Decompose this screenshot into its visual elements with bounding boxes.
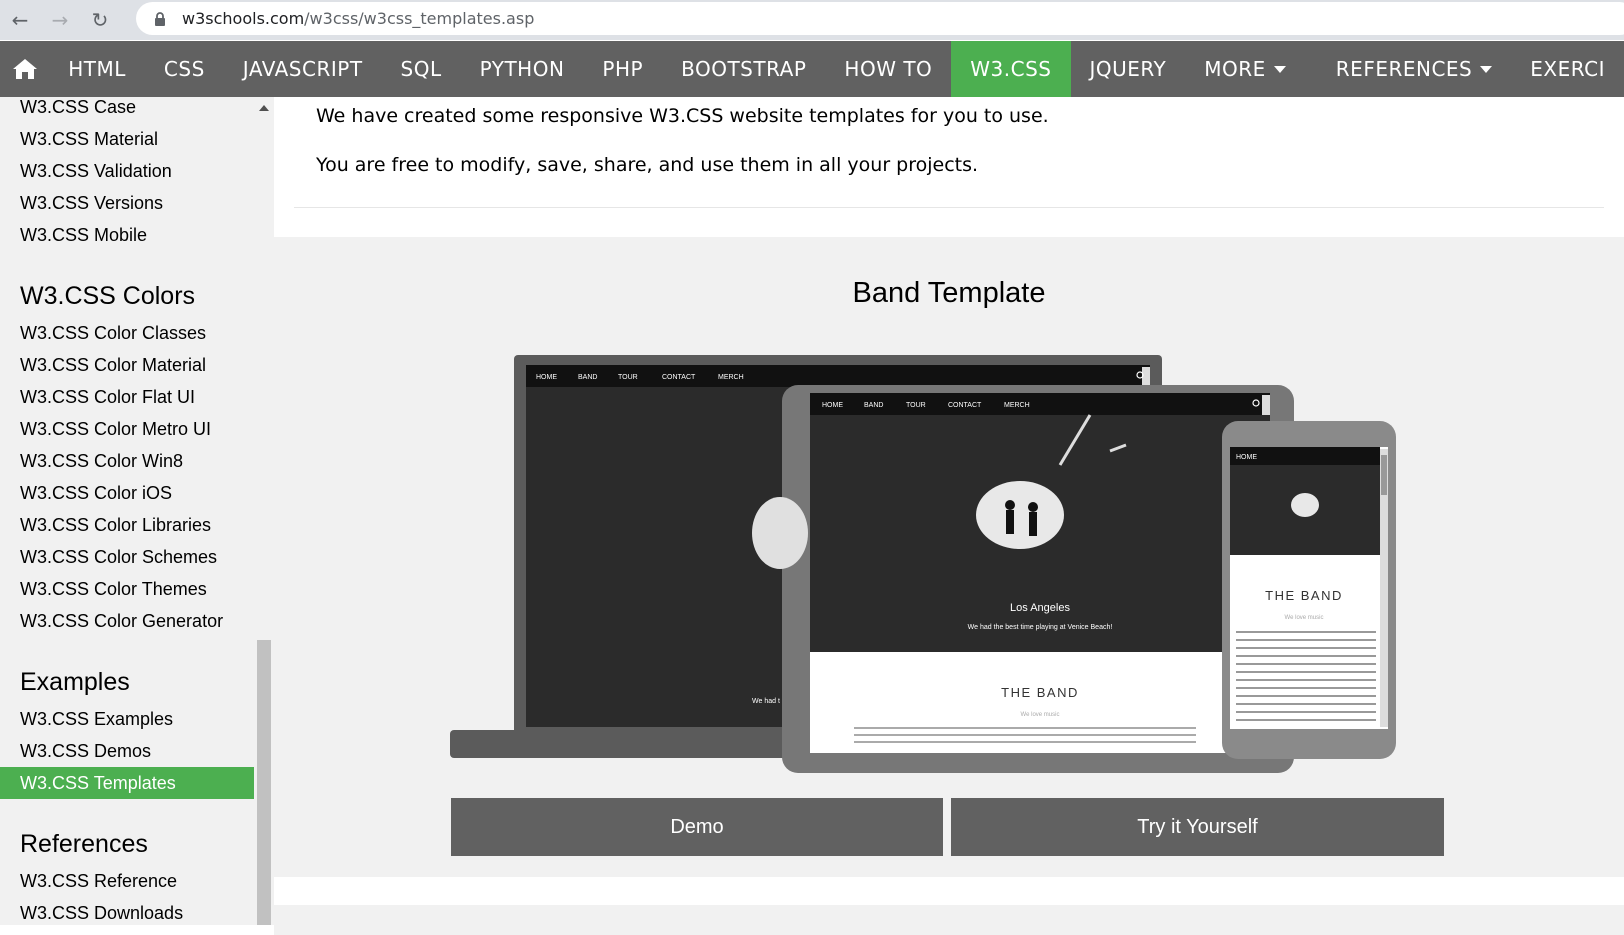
sidebar-heading-references: References	[20, 830, 148, 858]
nav-html[interactable]: HTML	[49, 41, 145, 97]
demo-button[interactable]: Demo	[451, 798, 943, 856]
nav-w3css[interactable]: W3.CSS	[951, 41, 1071, 97]
nav-bootstrap[interactable]: BOOTSTRAP	[662, 41, 825, 97]
preview-phone-band-title: THE BAND	[1265, 588, 1343, 603]
sidebar-link-color-classes[interactable]: W3.CSS Color Classes	[0, 317, 254, 349]
template-title: Band Template	[852, 277, 1046, 309]
scroll-up-icon[interactable]	[259, 105, 269, 111]
nav-php[interactable]: PHP	[583, 41, 662, 97]
sidebar-link-color-themes[interactable]: W3.CSS Color Themes	[0, 573, 254, 605]
sidebar-link-mobile[interactable]: W3.CSS Mobile	[0, 219, 254, 251]
sidebar-heading-colors: W3.CSS Colors	[20, 282, 196, 310]
forward-icon[interactable]: →	[40, 0, 80, 40]
nav-python[interactable]: PYTHON	[461, 41, 584, 97]
preview-nav-contact: CONTACT	[662, 374, 696, 381]
back-icon[interactable]: ←	[0, 0, 40, 40]
preview-tab-nav-merch: MERCH	[1004, 402, 1030, 409]
intro-text-2: You are free to modify, save, share, and…	[316, 154, 979, 176]
preview-caption-partial: We had t	[752, 698, 780, 705]
nav-references[interactable]: REFERENCES	[1317, 41, 1511, 97]
sidebar: W3.CSS Case W3.CSS Material W3.CSS Valid…	[0, 97, 254, 925]
nav-css[interactable]: CSS	[145, 41, 224, 97]
preview-nav-home: HOME	[536, 374, 557, 381]
nav-exercises[interactable]: EXERCI	[1511, 41, 1624, 97]
intro-text-1: We have created some responsive W3.CSS w…	[316, 105, 1049, 127]
sidebar-link-examples[interactable]: W3.CSS Examples	[0, 703, 254, 735]
nav-references-label: REFERENCES	[1335, 57, 1473, 81]
preview-caption: We had the best time playing at Venice B…	[968, 624, 1113, 631]
sidebar-link-color-material[interactable]: W3.CSS Color Material	[0, 349, 254, 381]
preview-phone-band-sub: We love music	[1285, 615, 1324, 621]
sidebar-link-color-flat-ui[interactable]: W3.CSS Color Flat UI	[0, 381, 254, 413]
sidebar-link-downloads[interactable]: W3.CSS Downloads	[0, 897, 254, 925]
caret-down-icon	[1480, 65, 1493, 73]
preview-nav-merch: MERCH	[718, 374, 744, 381]
home-button[interactable]	[0, 41, 49, 97]
reload-icon[interactable]: ↻	[80, 0, 120, 40]
preview-nav-tour: TOUR	[618, 374, 638, 381]
preview-phone-nav-home: HOME	[1236, 454, 1257, 461]
address-bar[interactable]: w3schools.com/w3css/w3css_templates.asp	[136, 2, 1624, 35]
divider	[294, 207, 1604, 208]
nav-more[interactable]: MORE	[1185, 41, 1305, 97]
sidebar-link-templates[interactable]: W3.CSS Templates	[0, 767, 254, 799]
sidebar-link-validation[interactable]: W3.CSS Validation	[0, 155, 254, 187]
preview-city: Los Angeles	[1010, 602, 1070, 614]
sidebar-link-versions[interactable]: W3.CSS Versions	[0, 187, 254, 219]
scrollbar-thumb[interactable]	[257, 640, 271, 925]
sidebar-link-case[interactable]: W3.CSS Case	[0, 97, 254, 123]
sidebar-link-color-ios[interactable]: W3.CSS Color iOS	[0, 477, 254, 509]
caret-down-icon	[1273, 65, 1286, 73]
sidebar-link-reference[interactable]: W3.CSS Reference	[0, 865, 254, 897]
preview-nav-band: BAND	[578, 374, 597, 381]
browser-toolbar: ← → ↻ w3schools.com/w3css/w3css_template…	[0, 0, 1624, 40]
next-template-panel	[274, 905, 1624, 935]
top-navigation: HTML CSS JAVASCRIPT SQL PYTHON PHP BOOTS…	[0, 41, 1624, 97]
preview-tab-nav-band: BAND	[864, 402, 883, 409]
nav-how-to[interactable]: HOW TO	[825, 41, 951, 97]
home-icon	[12, 59, 37, 79]
sidebar-link-color-generator[interactable]: W3.CSS Color Generator	[0, 605, 254, 637]
url-text: w3schools.com/w3css/w3css_templates.asp	[182, 9, 535, 28]
sidebar-link-color-win8[interactable]: W3.CSS Color Win8	[0, 445, 254, 477]
preview-band-title: THE BAND	[1001, 685, 1079, 700]
sidebar-link-color-schemes[interactable]: W3.CSS Color Schemes	[0, 541, 254, 573]
sidebar-link-color-metro-ui[interactable]: W3.CSS Color Metro UI	[0, 413, 254, 445]
preview-tab-nav-home: HOME	[822, 402, 843, 409]
preview-band-sub: We love music	[1021, 712, 1060, 718]
preview-tab-nav-contact: CONTACT	[948, 402, 982, 409]
device-mockup-image: HOME BAND TOUR CONTACT MERCH HOME BAND T…	[450, 355, 1396, 773]
nav-javascript[interactable]: JAVASCRIPT	[224, 41, 382, 97]
sidebar-link-color-libraries[interactable]: W3.CSS Color Libraries	[0, 509, 254, 541]
nav-jquery[interactable]: JQUERY	[1071, 41, 1186, 97]
lock-icon	[155, 11, 165, 26]
sidebar-scrollbar[interactable]	[254, 97, 274, 925]
sidebar-heading-examples: Examples	[20, 668, 130, 696]
nav-sql[interactable]: SQL	[382, 41, 461, 97]
nav-more-label: MORE	[1204, 57, 1266, 81]
sidebar-link-material[interactable]: W3.CSS Material	[0, 123, 254, 155]
try-it-yourself-button[interactable]: Try it Yourself	[951, 798, 1444, 856]
main-content: We have created some responsive W3.CSS w…	[274, 97, 1624, 935]
sidebar-link-demos[interactable]: W3.CSS Demos	[0, 735, 254, 767]
preview-tab-nav-tour: TOUR	[906, 402, 926, 409]
